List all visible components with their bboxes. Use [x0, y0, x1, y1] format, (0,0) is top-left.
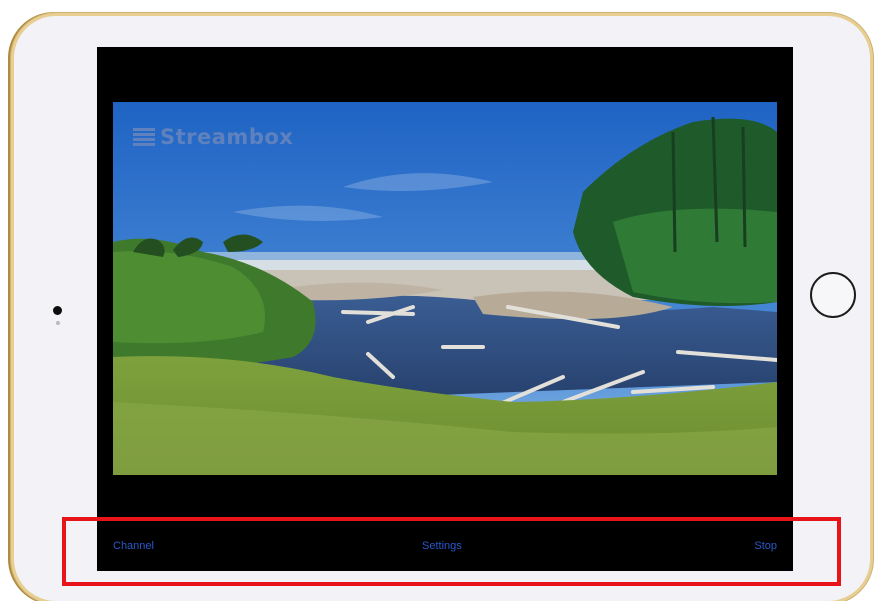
- watermark-text: Streambox: [160, 125, 294, 149]
- streambox-watermark: Streambox: [133, 125, 293, 149]
- toolbar-highlight-box: [62, 517, 841, 586]
- streambox-logo-icon: [133, 128, 155, 146]
- video-frame: [113, 102, 777, 475]
- light-sensor-icon: [56, 321, 60, 325]
- app-screen: Streambox Channel Settings Stop: [97, 47, 793, 571]
- front-camera-icon: [53, 306, 62, 315]
- ipad-device: Streambox Channel Settings Stop: [14, 16, 870, 601]
- video-player[interactable]: Streambox: [113, 102, 777, 475]
- home-button-icon[interactable]: [810, 272, 856, 318]
